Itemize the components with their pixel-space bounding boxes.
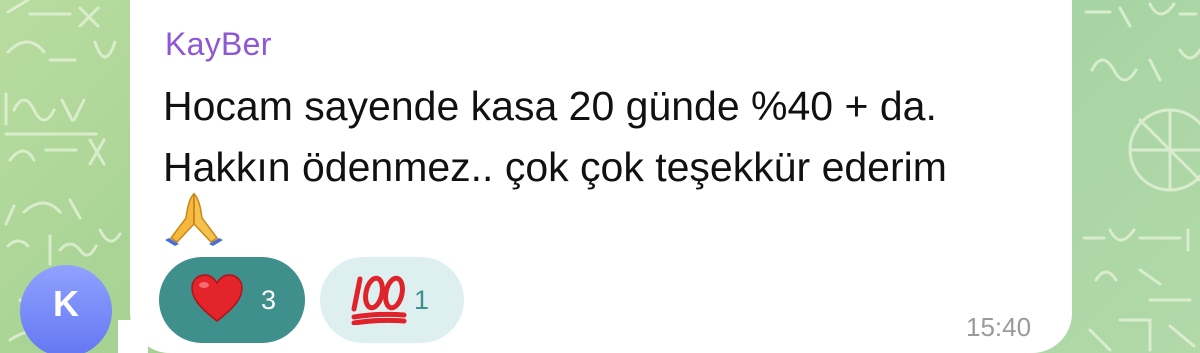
reaction-count: 1 (414, 285, 430, 315)
reaction-hundred[interactable]: 1 (320, 257, 464, 343)
avatar[interactable]: K (20, 265, 112, 353)
hundred-points-icon (351, 275, 407, 325)
heart-icon (191, 274, 243, 322)
message-line: Hocam sayende kasa 20 günde %40 + da. (163, 83, 937, 129)
message-text: Hocam sayende kasa 20 günde %40 + da. Ha… (163, 76, 1053, 198)
reaction-heart[interactable]: 3 (159, 257, 305, 343)
avatar-letter: K (53, 283, 79, 324)
pray-icon (165, 192, 223, 246)
message-line: Hakkın ödenmez.. çok çok teşekkür ederim (163, 144, 947, 190)
reaction-count: 3 (261, 285, 277, 315)
message-bubble-tail (118, 320, 148, 353)
sender-name[interactable]: KayBer (165, 26, 272, 63)
message-timestamp: 15:40 (966, 312, 1032, 342)
